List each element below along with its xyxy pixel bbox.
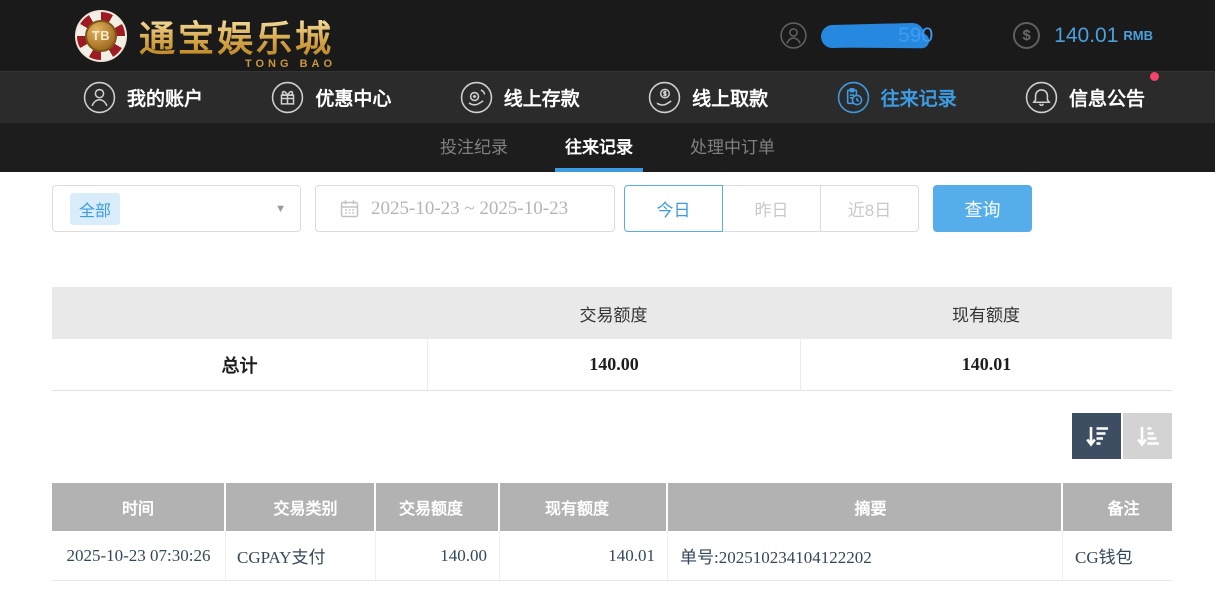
account-icon	[83, 81, 116, 114]
user-account[interactable]: 590	[780, 22, 933, 49]
summary-header-transaction-amount: 交易额度	[427, 287, 800, 339]
page: TB 通宝娱乐城 TONG BAO 590 $ 1	[0, 0, 1215, 597]
tab-pending-orders[interactable]: 处理中订单	[680, 123, 785, 172]
table-row: 2025-10-23 07:30:26 CGPAY支付 140.00 140.0…	[52, 531, 1172, 581]
casino-chip-icon: TB	[75, 10, 127, 62]
last-8-days-button[interactable]: 近8日	[820, 185, 919, 232]
tab-betting-records[interactable]: 投注纪录	[430, 123, 518, 172]
brand-logo[interactable]: TB 通宝娱乐城 TONG BAO	[75, 10, 334, 62]
col-header-current-balance: 现有额度	[500, 483, 668, 531]
top-header: TB 通宝娱乐城 TONG BAO 590 $ 1	[0, 0, 1215, 71]
summary-header-blank	[52, 287, 427, 339]
bell-icon	[1025, 81, 1058, 114]
yesterday-button[interactable]: 昨日	[722, 185, 821, 232]
deposit-icon	[460, 81, 493, 114]
withdraw-icon	[648, 81, 681, 114]
summary-total-label: 总计	[52, 339, 427, 390]
sub-nav: 投注纪录 往来记录 处理中订单	[0, 123, 1215, 172]
summary-current-balance: 140.01	[800, 339, 1172, 390]
col-header-time: 时间	[52, 483, 226, 531]
user-icon	[780, 22, 807, 49]
calendar-icon	[340, 199, 359, 218]
nav-label: 优惠中心	[315, 84, 391, 111]
dropdown-selected-value: 全部	[70, 193, 120, 225]
username-redacted: 590	[821, 24, 933, 48]
tab-transaction-records[interactable]: 往来记录	[555, 123, 643, 172]
chip-monogram: TB	[85, 20, 117, 52]
summary-table-header: 交易额度 现有额度	[52, 287, 1172, 339]
brand-name-cn: 通宝娱乐城	[139, 10, 334, 62]
sort-controls	[52, 413, 1172, 459]
search-button[interactable]: 查询	[933, 185, 1032, 232]
sort-descending-icon	[1084, 424, 1110, 448]
records-table: 时间 交易类别 交易额度 现有额度 摘要 备注 2025-10-23 07:30…	[52, 483, 1172, 581]
main-nav: 我的账户 优惠中心 线上存款	[0, 71, 1215, 123]
gift-icon	[271, 81, 304, 114]
balance-currency: RMB	[1123, 28, 1153, 43]
notification-dot	[1150, 72, 1159, 81]
nav-label: 线上存款	[504, 84, 580, 111]
cell-summary: 单号:202510234104122202	[668, 531, 1063, 580]
cell-time: 2025-10-23 07:30:26	[52, 531, 226, 580]
records-table-header: 时间 交易类别 交易额度 现有额度 摘要 备注	[52, 483, 1172, 531]
cell-transaction-type: CGPAY支付	[226, 531, 376, 580]
col-header-transaction-amount: 交易额度	[376, 483, 500, 531]
filter-bar: 全部 ▼ 2025-10-23 ~ 2025-10-23 今日 昨日 近8日 查…	[52, 185, 1215, 232]
username-visible-suffix: 590	[898, 24, 933, 48]
nav-item-announcements[interactable]: 信息公告	[1025, 81, 1145, 114]
sort-ascending-button[interactable]	[1123, 413, 1172, 459]
nav-item-my-account[interactable]: 我的账户	[83, 81, 203, 114]
brand-name-en: TONG BAO	[245, 58, 336, 70]
summary-total-row: 总计 140.00 140.01	[52, 339, 1172, 391]
summary-header-current-balance: 现有额度	[800, 287, 1172, 339]
balance-amount: 140.01	[1054, 24, 1118, 48]
col-header-summary: 摘要	[668, 483, 1063, 531]
quick-date-group: 今日 昨日 近8日	[624, 185, 919, 232]
chevron-down-icon: ▼	[275, 203, 286, 215]
records-icon	[837, 81, 870, 114]
cell-note: CG钱包	[1063, 531, 1172, 580]
col-header-transaction-type: 交易类别	[226, 483, 376, 531]
date-range-input[interactable]: 2025-10-23 ~ 2025-10-23	[315, 185, 615, 232]
cell-current-balance: 140.01	[500, 531, 668, 580]
summary-table: 交易额度 现有额度 总计 140.00 140.01	[52, 287, 1172, 391]
wallet-balance[interactable]: $ 140.01 RMB	[1013, 22, 1153, 49]
sort-ascending-icon	[1135, 424, 1161, 448]
summary-transaction-amount: 140.00	[427, 339, 800, 390]
nav-item-online-withdrawal[interactable]: 线上取款	[648, 81, 768, 114]
col-header-note: 备注	[1063, 483, 1172, 531]
header-right: 590 $ 140.01 RMB	[780, 22, 1153, 49]
sort-descending-button[interactable]	[1072, 413, 1121, 459]
nav-label: 线上取款	[692, 84, 768, 111]
nav-item-transaction-records[interactable]: 往来记录	[837, 81, 957, 114]
nav-label: 信息公告	[1069, 84, 1145, 111]
nav-item-online-deposit[interactable]: 线上存款	[460, 81, 580, 114]
nav-label: 我的账户	[127, 84, 203, 111]
nav-label: 往来记录	[881, 84, 957, 111]
brand-text: 通宝娱乐城 TONG BAO	[139, 10, 334, 62]
nav-item-promotions[interactable]: 优惠中心	[271, 81, 391, 114]
dollar-icon: $	[1013, 22, 1040, 49]
date-range-value: 2025-10-23 ~ 2025-10-23	[371, 198, 568, 220]
today-button[interactable]: 今日	[624, 185, 723, 232]
cell-transaction-amount: 140.00	[376, 531, 500, 580]
type-dropdown[interactable]: 全部 ▼	[52, 185, 301, 232]
